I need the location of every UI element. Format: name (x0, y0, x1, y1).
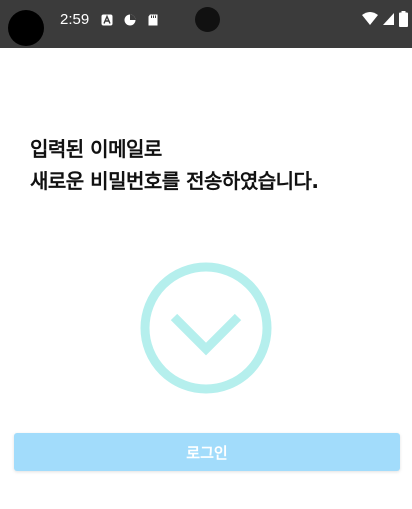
message-line-2: 새로운 비밀번호를 전송하였습니다. (30, 169, 319, 193)
signal-icon (383, 13, 394, 25)
camera-cutout (8, 10, 44, 46)
battery-icon (399, 11, 408, 27)
sd-card-icon (148, 14, 158, 26)
a-icon (101, 14, 113, 26)
wifi-icon (362, 12, 378, 25)
message-line-1: 입력된 이메일로 (30, 137, 162, 161)
login-button[interactable]: 로그인 (14, 433, 400, 471)
check-circle-icon (138, 260, 274, 396)
front-camera (195, 7, 220, 32)
system-icons (362, 11, 408, 27)
status-bar: 2:59 (0, 0, 412, 48)
login-button-label: 로그인 (186, 443, 228, 462)
confirmation-message: 입력된 이메일로 새로운 비밀번호를 전송하였습니다. (30, 133, 319, 197)
pie-chart-icon (124, 14, 136, 26)
status-time: 2:59 (60, 11, 90, 28)
